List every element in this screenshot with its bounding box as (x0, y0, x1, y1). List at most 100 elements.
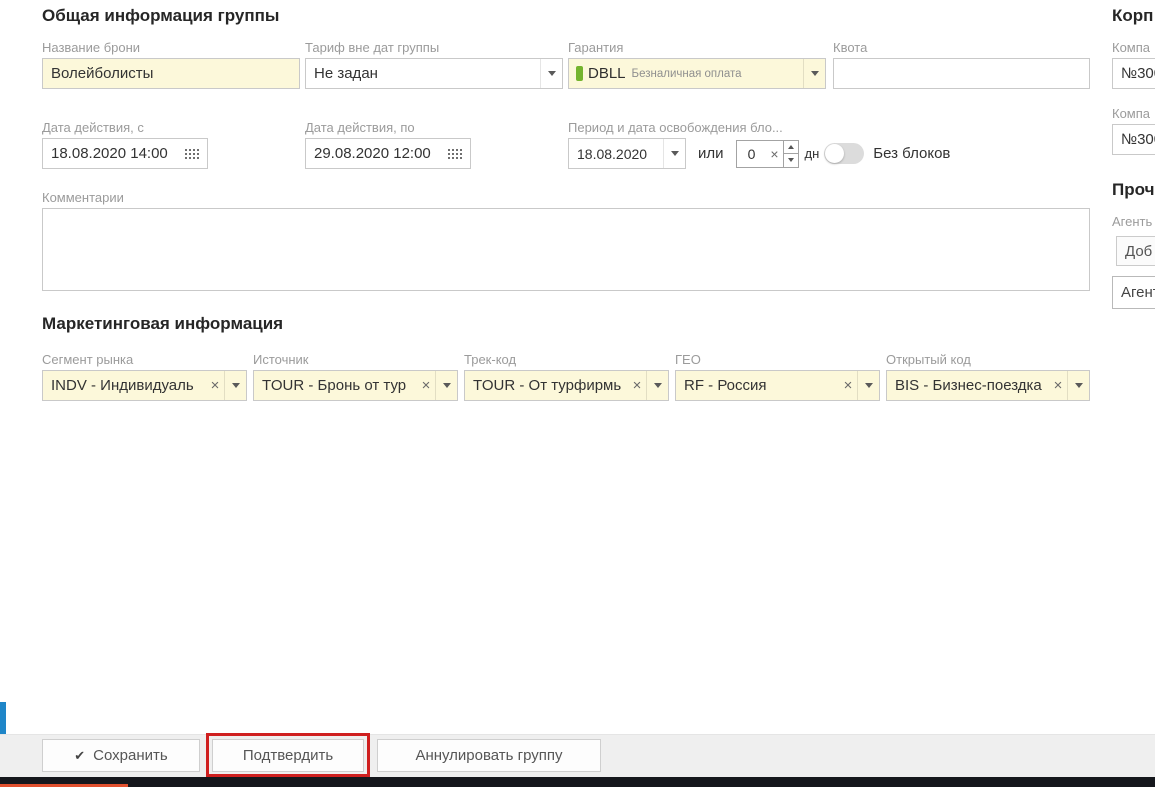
corporate-section-title: Корп (1112, 6, 1153, 26)
source-field: Источник TOUR - Бронь от тур × (253, 352, 458, 401)
taskbar (0, 777, 1155, 787)
other-section-title: Проч (1112, 180, 1154, 200)
source-value: TOUR - Бронь от тур (254, 377, 417, 394)
add-agent-button[interactable]: Доб (1116, 236, 1155, 266)
chevron-down-icon (865, 383, 873, 388)
confirm-button-label: Подтвердить (243, 747, 333, 764)
stepper-up-button[interactable] (784, 141, 798, 154)
clear-icon[interactable]: × (839, 378, 857, 393)
comments-textarea[interactable] (42, 208, 1090, 291)
track-code-dropdown-button[interactable] (646, 371, 668, 400)
release-date-select[interactable]: 18.08.2020 (568, 138, 686, 169)
toggle-knob (825, 144, 844, 163)
clear-icon[interactable]: × (628, 378, 646, 393)
quota-input[interactable] (833, 58, 1090, 89)
marketing-section-title: Маркетинговая информация (42, 314, 283, 334)
market-segment-combo[interactable]: INDV - Индивидуаль × (42, 370, 247, 401)
company2-input[interactable]: №300 (1112, 124, 1155, 155)
date-to-input[interactable]: 29.08.2020 12:00 (305, 138, 471, 169)
save-button-label: Сохранить (93, 747, 168, 764)
release-row: 18.08.2020 или 0 × дн Без блоков (568, 138, 1098, 169)
confirm-highlight-box: Подтвердить (206, 733, 370, 777)
release-days-stepper: 0 × (736, 140, 799, 168)
market-segment-field: Сегмент рынка INDV - Индивидуаль × (42, 352, 247, 401)
clear-icon[interactable]: × (767, 147, 783, 161)
side-tab[interactable] (0, 702, 6, 735)
company1-value: №300 (1113, 65, 1155, 82)
calendar-icon[interactable] (448, 149, 462, 159)
clear-icon[interactable]: × (206, 378, 224, 393)
tariff-label: Тариф вне дат группы (305, 40, 563, 56)
chevron-down-icon (671, 151, 679, 156)
market-segment-dropdown-button[interactable] (224, 371, 246, 400)
track-code-label: Трек-код (464, 352, 669, 368)
open-code-field: Открытый код BIS - Бизнес-поездка × (886, 352, 1090, 401)
company2-label: Компа (1112, 106, 1155, 122)
track-code-combo[interactable]: TOUR - От турфирмь × (464, 370, 669, 401)
chevron-down-icon (548, 71, 556, 76)
company1-input[interactable]: №300 (1112, 58, 1155, 89)
save-button[interactable]: ✔ Сохранить (42, 739, 200, 772)
stepper-arrows (784, 140, 799, 168)
guarantee-status-icon (576, 66, 583, 81)
date-from-field: Дата действия, с 18.08.2020 14:00 (42, 120, 208, 169)
release-date-value: 18.08.2020 (569, 146, 663, 162)
geo-dropdown-button[interactable] (857, 371, 879, 400)
release-date-dropdown-button[interactable] (663, 139, 685, 168)
booking-name-label: Название брони (42, 40, 300, 56)
geo-label: ГЕО (675, 352, 880, 368)
right-panel: Корп Компа №300 Компа №300 Проч Агенть Д… (1112, 0, 1155, 770)
date-from-input[interactable]: 18.08.2020 14:00 (42, 138, 208, 169)
no-blocks-toggle[interactable] (824, 143, 864, 164)
agent-header-cell: Агент (1112, 276, 1155, 309)
date-to-field: Дата действия, по 29.08.2020 12:00 (305, 120, 471, 169)
chevron-down-icon (654, 383, 662, 388)
geo-value: RF - Россия (676, 377, 839, 394)
open-code-combo[interactable]: BIS - Бизнес-поездка × (886, 370, 1090, 401)
chevron-down-icon (788, 158, 794, 162)
date-from-label: Дата действия, с (42, 120, 208, 136)
market-segment-label: Сегмент рынка (42, 352, 247, 368)
date-from-value: 18.08.2020 14:00 (43, 145, 185, 162)
guarantee-code: DBLL (588, 65, 626, 82)
chevron-down-icon (443, 383, 451, 388)
track-code-value: TOUR - От турфирмь (465, 377, 628, 394)
track-code-field: Трек-код TOUR - От турфирмь × (464, 352, 669, 401)
tariff-select[interactable]: Не задан (305, 58, 563, 89)
release-field: Период и дата освобождения бло... 18.08.… (568, 120, 1098, 169)
source-dropdown-button[interactable] (435, 371, 457, 400)
source-combo[interactable]: TOUR - Бронь от тур × (253, 370, 458, 401)
clear-icon[interactable]: × (1049, 378, 1067, 393)
open-code-label: Открытый код (886, 352, 1090, 368)
annul-group-button-label: Аннулировать группу (415, 747, 562, 764)
booking-name-field: Название брони (42, 40, 300, 89)
release-days-input[interactable]: 0 × (736, 140, 784, 168)
guarantee-dropdown-button[interactable] (803, 59, 825, 88)
geo-field: ГЕО RF - Россия × (675, 352, 880, 401)
group-edit-page: Общая информация группы Название брони Т… (0, 0, 1155, 787)
quota-label: Квота (833, 40, 1090, 56)
release-label: Период и дата освобождения бло... (568, 120, 1098, 136)
tariff-value: Не задан (306, 65, 540, 82)
calendar-icon[interactable] (185, 149, 199, 159)
chevron-down-icon (811, 71, 819, 76)
guarantee-select[interactable]: DBLL Безналичная оплата (568, 58, 826, 89)
tariff-dropdown-button[interactable] (540, 59, 562, 88)
date-to-label: Дата действия, по (305, 120, 471, 136)
stepper-down-button[interactable] (784, 153, 798, 167)
booking-name-input[interactable] (42, 58, 300, 89)
release-or-text: или (698, 145, 724, 162)
geo-combo[interactable]: RF - Россия × (675, 370, 880, 401)
market-segment-value: INDV - Индивидуаль (43, 377, 206, 394)
company1-label: Компа (1112, 40, 1155, 56)
clear-icon[interactable]: × (417, 378, 435, 393)
source-label: Источник (253, 352, 458, 368)
agents-label: Агенть (1112, 214, 1155, 230)
confirm-button[interactable]: Подтвердить (212, 739, 364, 772)
annul-group-button[interactable]: Аннулировать группу (377, 739, 601, 772)
release-days-unit: дн (805, 146, 820, 161)
chevron-down-icon (232, 383, 240, 388)
open-code-dropdown-button[interactable] (1067, 371, 1089, 400)
comments-field: Комментарии (42, 190, 1090, 292)
release-days-value: 0 (737, 146, 767, 162)
